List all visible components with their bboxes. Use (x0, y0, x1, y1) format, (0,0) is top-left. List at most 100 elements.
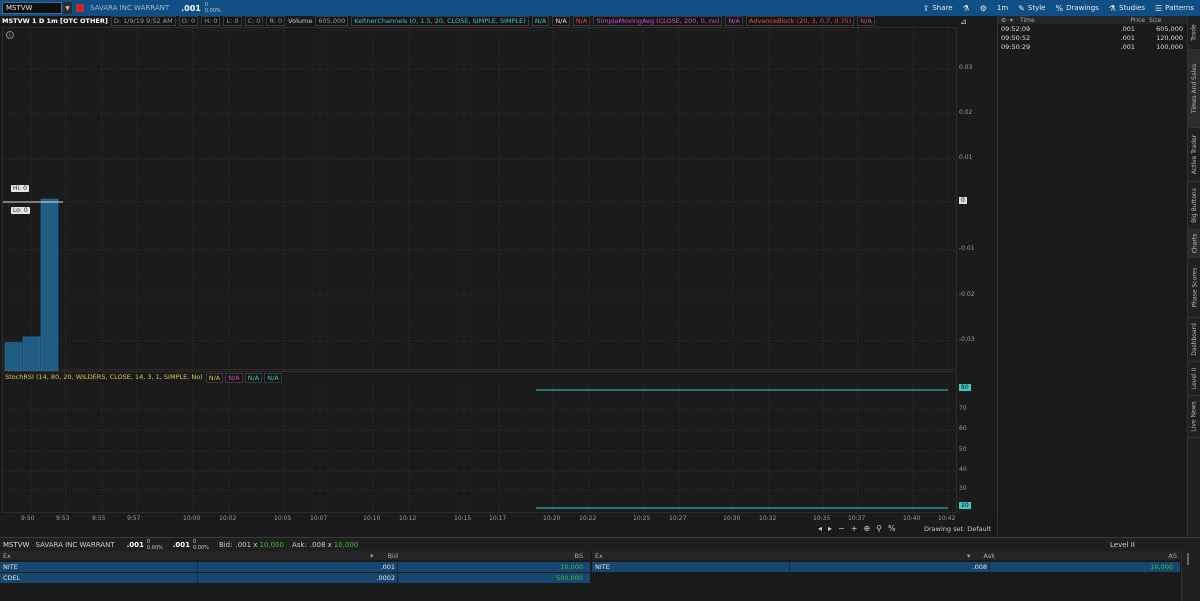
tab-label: Trade (1191, 24, 1198, 41)
row-time: 09:50:29 (1001, 42, 1031, 51)
bid-col-ex[interactable]: Ex (0, 552, 370, 560)
timeframe-button[interactable]: 1m (997, 4, 1008, 12)
l2-bid-size: 10,000 (259, 540, 284, 549)
stoch-chart (3, 384, 958, 514)
price-axis-tick: -0.01 (959, 245, 975, 252)
stoch-axis[interactable]: 80 70 60 50 40 30 20 (957, 371, 997, 513)
crosshair-icon[interactable]: ⊕ (863, 524, 870, 533)
bid-row[interactable]: CDEL .0002 500,000 (0, 573, 590, 583)
header-size[interactable]: Size (1145, 17, 1185, 24)
bid-col-bid[interactable]: Bid (382, 552, 398, 560)
drawing-set-label[interactable]: Drawing set: Default (924, 525, 991, 533)
l2-title: Level II (1110, 540, 1135, 549)
scroll-right-icon[interactable]: ▸ (828, 524, 832, 533)
studies-button[interactable]: ⚗ Studies (1109, 4, 1145, 13)
lo-label: Lo: 0 (11, 207, 30, 214)
tab-label: Times And Sales (1191, 63, 1198, 114)
time-axis[interactable]: 9:50 9:53 9:55 9:57 10:00 10:02 10:05 10:07 10:1… (2, 513, 957, 525)
drawings-icon: % (1055, 3, 1064, 13)
info-volume-label: Volume (288, 17, 313, 25)
flask-button[interactable]: ⚗ (963, 4, 970, 13)
ask-col-ex[interactable]: Ex (592, 552, 967, 560)
bid-sort-icon[interactable]: ▾ (370, 552, 382, 560)
symbol-dropdown-icon[interactable]: ▼ (63, 2, 72, 14)
info-date: D: 1/9/19 9:52 AM (110, 16, 176, 26)
drawings-button[interactable]: % Drawings (1055, 4, 1098, 13)
price-axis-tick: 0.01 (959, 154, 973, 161)
share-button[interactable]: ⇪ Share (923, 4, 953, 13)
times-row[interactable]: 09:52:09 .001 605,000 (998, 24, 1187, 33)
l2-bid-label: Bid: (218, 540, 233, 549)
zoom-in-icon[interactable]: + (851, 524, 858, 533)
studies-label: Studies (1119, 4, 1145, 12)
style-button[interactable]: ✎ Style (1018, 4, 1045, 13)
time-axis-tick: 9:53 (56, 515, 70, 522)
time-axis-tick: 10:42 (938, 515, 956, 522)
link-color-icon[interactable] (76, 4, 84, 12)
times-row[interactable]: 09:50:29 .001 100,000 (998, 42, 1187, 51)
patterns-label: Patterns (1165, 4, 1194, 12)
times-settings-icon[interactable]: ⚙ (998, 17, 1010, 24)
price-pane[interactable]: i Hi: 0 Lo: 0 (2, 27, 958, 371)
level2-header-bar: MSTVW SAVARA INC WARRANT .001 0 0.00% .00… (0, 537, 1200, 551)
symbol-text: MSTVW (6, 4, 33, 12)
header-price[interactable]: Price (1105, 17, 1145, 24)
ask-sort-icon[interactable]: ▾ (967, 552, 979, 560)
bid-price: .001 (198, 562, 398, 572)
volume-bar[interactable] (40, 198, 59, 371)
symbol-input[interactable]: MSTVW (2, 2, 62, 14)
flask-icon: ⚗ (962, 3, 970, 13)
l2-chg-pct: 0.00% (146, 544, 163, 551)
ask-row[interactable]: NITE .008 10,000 (592, 562, 1180, 572)
tab-phase-scores[interactable]: Phase Scores (1188, 258, 1200, 318)
tab-big-buttons[interactable]: Big Buttons (1188, 182, 1200, 230)
collapse-icon[interactable]: ⊿ (960, 17, 967, 26)
bid-row[interactable]: NITE .001 10,000 (0, 562, 590, 572)
ask-col-as[interactable]: AS (995, 552, 1180, 560)
magnifier-icon[interactable]: ⚲ (876, 524, 882, 533)
tab-live-news[interactable]: Live News (1188, 396, 1200, 438)
share-icon: ⇪ (922, 3, 930, 13)
price-axis[interactable]: 0.03 0.02 0.01 0 -0.01 -0.02 -0.03 (957, 27, 997, 370)
tab-charts[interactable]: Charts (1188, 230, 1200, 258)
ask-col-ask[interactable]: Ask (979, 552, 995, 560)
tab-dashboard[interactable]: Dashboard (1188, 318, 1200, 362)
time-axis-tick: 10:40 (903, 515, 921, 522)
gear-icon: ⚙ (979, 3, 987, 13)
row-time: 09:52:09 (1001, 24, 1031, 33)
tab-label: Charts (1191, 233, 1198, 254)
tab-active-trader[interactable]: Active Trader (1188, 128, 1200, 182)
stoch-label[interactable]: StochRSI (14, 80, 20, WILDERS, CLOSE, 14… (5, 373, 203, 383)
study-sma[interactable]: SimpleMovingAvg (CLOSE, 200, 0, no) (593, 16, 723, 26)
stoch-axis-tick: 60 (959, 425, 967, 432)
time-axis-tick: 10:02 (219, 515, 237, 522)
study-advance-block[interactable]: AdvanceBlock (20, 3, 0.7, 0.75) (745, 16, 855, 26)
tab-level-ii[interactable]: Level II (1188, 362, 1200, 396)
info-icon[interactable]: i (6, 31, 14, 39)
time-axis-tick: 10:30 (723, 515, 741, 522)
l2-scrollbar[interactable] (1181, 551, 1200, 601)
times-row[interactable]: 09:50:52 .001 120,000 (998, 33, 1187, 42)
ask-size: 10,000 (1150, 563, 1173, 571)
header-time[interactable]: Time (1020, 17, 1105, 24)
zoom-out-icon[interactable]: − (838, 524, 845, 533)
settings-button[interactable]: ⚙ (980, 4, 987, 13)
bid-ex: NITE (0, 562, 198, 572)
tab-label: Active Trader (1191, 134, 1198, 175)
tab-times-and-sales[interactable]: Times And Sales (1188, 50, 1200, 128)
volume-bar[interactable] (4, 342, 23, 371)
l2-symbol[interactable]: MSTVW (3, 541, 29, 549)
tab-trade[interactable]: Trade (1188, 16, 1200, 50)
drawings-toggle-icon[interactable]: % (888, 524, 896, 533)
scroll-left-icon[interactable]: ◂ (818, 524, 822, 533)
study-keltner[interactable]: KeltnerChannels (0, 1.5, 20, CLOSE, SIMP… (351, 16, 529, 26)
l2-scroll-thumb[interactable] (1187, 553, 1189, 565)
ask-ex: NITE (592, 562, 790, 572)
chart-nav: ◂ ▸ − + ⊕ ⚲ % (818, 524, 896, 533)
bid-col-bs[interactable]: BS (398, 552, 586, 560)
times-sort-icon[interactable]: ▾ (1010, 17, 1020, 24)
patterns-button[interactable]: ☰ Patterns (1155, 4, 1194, 13)
time-axis-tick: 10:37 (848, 515, 866, 522)
stoch-pane[interactable]: StochRSI (14, 80, 20, WILDERS, CLOSE, 14… (2, 371, 958, 514)
volume-bar[interactable] (22, 336, 41, 371)
